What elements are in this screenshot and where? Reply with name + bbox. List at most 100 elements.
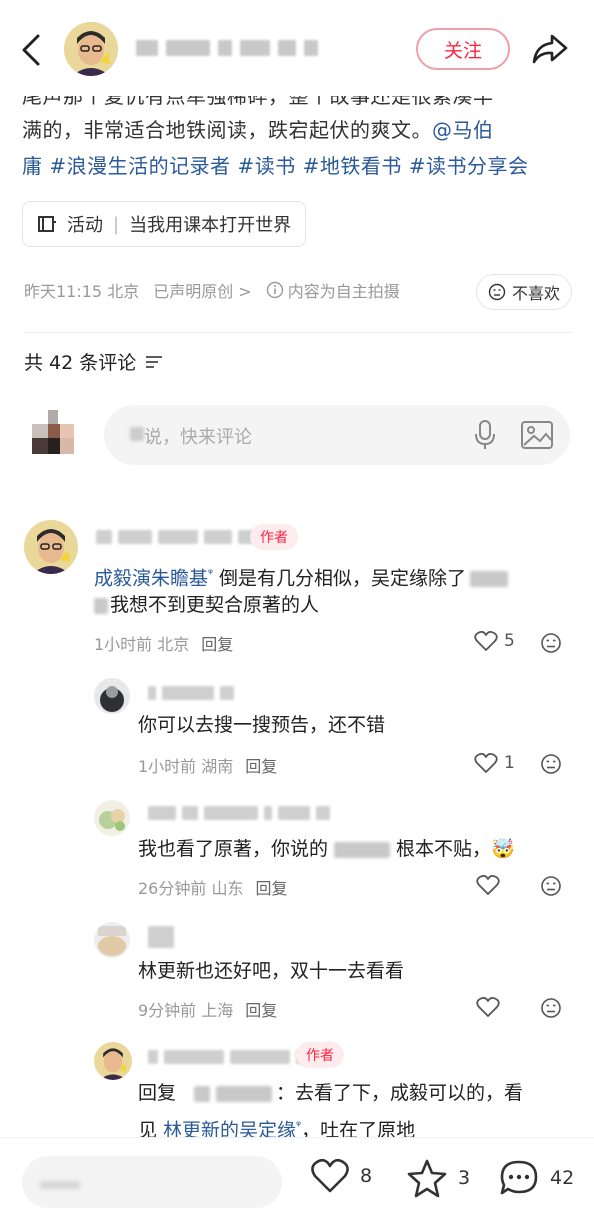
author-badge: 作者 [250, 524, 298, 550]
dislike-face-icon[interactable] [540, 997, 562, 1019]
hashtag[interactable]: #读书 [237, 154, 295, 178]
microphone-icon[interactable] [472, 419, 498, 451]
back-arrow-icon[interactable] [16, 30, 48, 70]
post-like-count: 8 [360, 1165, 373, 1187]
bottom-comment-input[interactable] [22, 1156, 282, 1208]
activity-separator: | [113, 213, 120, 235]
like-post-button[interactable]: 8 [310, 1158, 372, 1194]
hashtag[interactable]: #地铁看书 [303, 154, 402, 178]
top-bar: 关注 [0, 0, 594, 96]
commenter-avatar[interactable] [24, 520, 78, 574]
blurred-text [94, 597, 108, 614]
my-avatar [30, 408, 86, 464]
comment-time-location: 9分钟前 上海 [138, 1001, 234, 1020]
blurred-text [216, 1085, 273, 1102]
dislike-button[interactable]: 不喜欢 [476, 274, 572, 310]
comment-time-location: 1小时前 北京 [94, 635, 190, 654]
blurred-text [194, 1085, 211, 1102]
like-button[interactable]: 1 [474, 752, 515, 774]
divider [24, 332, 572, 333]
comment-meta: 9分钟前 上海 回复 [138, 997, 277, 1021]
mention-link[interactable]: @马伯 [432, 118, 494, 142]
original-declaration[interactable]: 已声明原创 > [153, 278, 252, 302]
post-text-plain: 满的，非常适合地铁阅读，跌宕起伏的爽文。 [22, 118, 432, 142]
comment-text: 回复 ：去看了下，成毅可以的，看 [138, 1077, 568, 1109]
commenter-avatar[interactable] [94, 800, 130, 836]
dislike-face-icon[interactable] [540, 632, 562, 654]
dislike-label: 不喜欢 [511, 284, 560, 303]
input-caret-blur [40, 1181, 80, 1189]
collect-count: 3 [458, 1167, 471, 1189]
comment-text-rest: 倒是有几分相似，吴定缘除了 [213, 567, 467, 590]
comment-meta: 1小时前 湖南 回复 [138, 753, 277, 777]
comment-text-a: 我也看了原著，你说的 [138, 838, 329, 860]
comment-item: 作者 成毅演朱瞻基ᵠ 倒是有几分相似，吴定缘除了 我想不到更契合原著的人 1小时… [0, 516, 594, 666]
reply-button[interactable]: 回复 [255, 875, 287, 899]
comment-total-count: 42 [550, 1167, 575, 1189]
dislike-face-icon[interactable] [540, 753, 562, 775]
like-count: 5 [504, 631, 515, 651]
comment-count-header[interactable]: 共 42 条评论 [24, 348, 164, 375]
activity-icon [38, 216, 56, 232]
commenter-avatar[interactable] [94, 1042, 132, 1080]
follow-button[interactable]: 关注 [416, 28, 510, 70]
commenter-name-blurred [148, 686, 234, 704]
comment-text-line2: 我想不到更契合原著的人 [94, 589, 574, 621]
heart-icon [311, 1158, 349, 1193]
comment-button[interactable]: 42 [498, 1158, 574, 1198]
content-info: 内容为自主拍摄 [266, 278, 400, 302]
like-button[interactable]: 5 [474, 630, 515, 652]
activity-title: 当我用课本打开世界 [129, 215, 292, 236]
like-count: 1 [504, 753, 515, 773]
comment-meta: 26分钟前 山东 回复 [138, 875, 287, 899]
info-icon [266, 281, 283, 299]
comment-time-location: 1小时前 湖南 [138, 757, 234, 776]
commenter-name-blurred [148, 806, 330, 824]
comment-text: 我也看了原著，你说的 根本不贴，🤯 [138, 833, 568, 865]
commenter-avatar[interactable] [94, 678, 130, 714]
like-button[interactable] [476, 874, 500, 896]
heart-icon [474, 630, 498, 651]
comment-bubble-icon [500, 1160, 538, 1195]
reply-button[interactable]: 回复 [245, 753, 277, 777]
collect-button[interactable]: 3 [406, 1158, 470, 1198]
hashtag[interactable]: #读书分享会 [409, 154, 529, 178]
commenter-avatar[interactable] [94, 922, 130, 958]
comment-time-location: 26分钟前 山东 [138, 879, 244, 898]
star-icon [407, 1159, 447, 1198]
comment-text: 林更新也还好吧，双十一去看看 [138, 960, 405, 982]
blurred-text [334, 841, 391, 858]
mention-link[interactable]: 成毅演朱瞻基 [94, 567, 208, 589]
comment-input[interactable]: 说，快来评论 [104, 405, 570, 465]
activity-chip[interactable]: 活动 | 当我用课本打开世界 [22, 201, 307, 247]
commenter-name-blurred [96, 530, 258, 548]
dislike-face-icon[interactable] [540, 875, 562, 897]
author-avatar[interactable] [64, 22, 118, 76]
reply-item: 林更新也还好吧，双十一去看看 9分钟前 上海 回复 [0, 920, 594, 1030]
like-button[interactable] [476, 996, 500, 1018]
share-icon[interactable] [530, 32, 570, 66]
reply-prefix: 回复 [138, 1082, 177, 1104]
reply-item: 我也看了原著，你说的 根本不贴，🤯 26分钟前 山东 回复 [0, 798, 594, 908]
comment-text-b: ：去看了下，成毅可以的，看 [276, 1082, 524, 1104]
reply-item: 作者 回复 ：去看了下，成毅可以的，看 见 林更新的吴定缘ᵠ，吐在了原地 [0, 1040, 594, 1141]
blurred-text [470, 570, 509, 587]
activity-label: 活动 [67, 215, 103, 236]
placeholder-blur [130, 427, 144, 441]
mention-link-cont[interactable]: 庸 [22, 154, 43, 178]
commenter-name-blurred [148, 1050, 306, 1068]
commenter-name-blurred [148, 926, 174, 948]
author-badge: 作者 [296, 1042, 344, 1068]
reply-button[interactable]: 回复 [245, 997, 277, 1021]
image-icon[interactable] [520, 419, 554, 451]
post-time-location: 昨天11:15 北京 [24, 282, 140, 301]
heart-icon [476, 996, 500, 1017]
sort-icon[interactable] [144, 354, 164, 370]
heart-icon [476, 874, 500, 895]
dislike-face-icon [488, 283, 506, 301]
content-info-label: 内容为自主拍摄 [287, 282, 400, 301]
hashtag[interactable]: #浪漫生活的记录者 [49, 154, 230, 178]
comment-count-label: 共 42 条评论 [24, 352, 137, 374]
comment-text: 你可以去搜一搜预告，还不错 [138, 714, 386, 736]
reply-button[interactable]: 回复 [201, 631, 233, 655]
